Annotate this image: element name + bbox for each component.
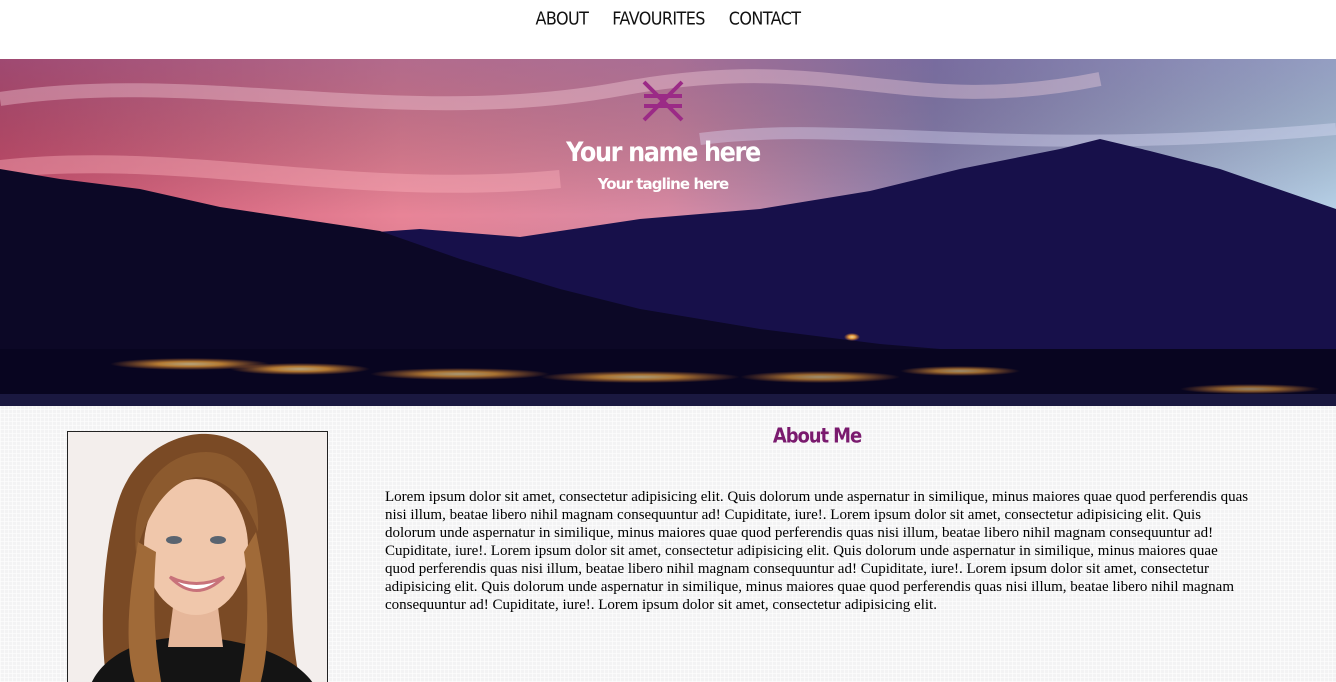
hero-name: Your name here [566, 136, 761, 168]
about-paragraph: Lorem ipsum dolor sit amet, consectetur … [385, 489, 1249, 613]
nav-item-contact: CONTACT [729, 8, 801, 29]
hero-banner: Your name here Your tagline here [0, 59, 1336, 406]
hero-tagline: Your tagline here [597, 175, 730, 193]
about-heading: About Me [772, 424, 862, 449]
crosshatch-logo-icon [642, 80, 684, 122]
nav-item-about: ABOUT [536, 8, 589, 29]
nav-link-contact[interactable]: CONTACT [729, 8, 801, 29]
profile-photo [67, 431, 328, 682]
nav-item-favourites: FAVOURITES [612, 8, 705, 29]
top-navigation: ABOUT FAVOURITES CONTACT [0, 0, 1336, 59]
nav-link-favourites[interactable]: FAVOURITES [612, 8, 705, 29]
about-section: About Me Lorem ipsum dolor sit amet, con… [0, 406, 1336, 682]
nav-link-about[interactable]: ABOUT [536, 8, 589, 29]
nav-list: ABOUT FAVOURITES CONTACT [0, 8, 1336, 29]
